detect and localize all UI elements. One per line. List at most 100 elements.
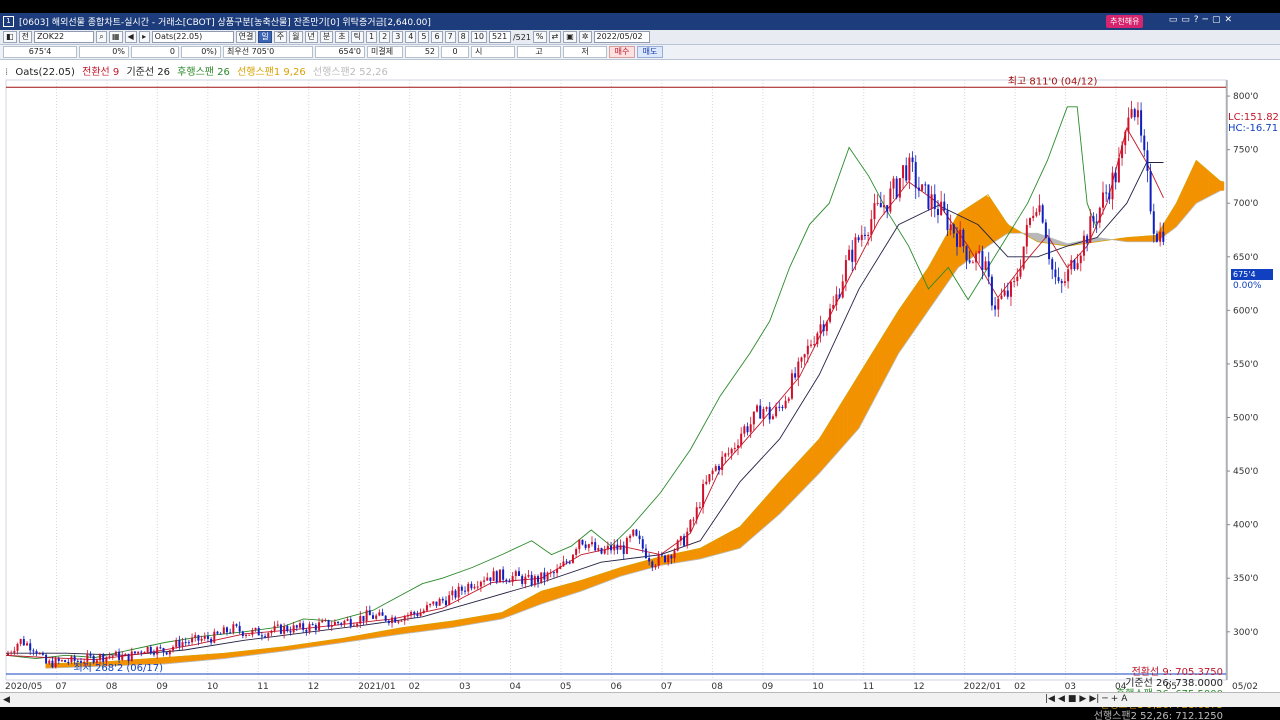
symbol-name-field[interactable]: Oats(22.05) [151, 31, 234, 43]
market-type-button[interactable]: 전 [18, 31, 32, 43]
legend-item-chikou[interactable]: 후행스팬 26 [177, 67, 230, 78]
interval-button[interactable]: 6 [431, 31, 443, 43]
interval-button[interactable]: 4 [405, 31, 417, 43]
code-input[interactable]: ZOK22 [33, 31, 94, 43]
candle-body [16, 643, 19, 651]
interval-button[interactable]: 7 [444, 31, 456, 43]
candle-body [508, 581, 511, 583]
candle-body [137, 651, 140, 654]
chart-area[interactable]: 2020/05 07 08 09 10 11 12 2021/01 02 03 04 05 06 07 08… [0, 60, 1280, 720]
volume: 0 [131, 46, 179, 58]
nav-first-icon[interactable]: |◀ [1045, 694, 1055, 704]
candle-body [1025, 224, 1028, 247]
nav-next-icon[interactable]: ▶ [1079, 694, 1086, 704]
candle-body [863, 234, 866, 236]
ichimoku-cloud-segment [930, 256, 935, 309]
price-chart[interactable]: 2020/05 07 08 09 10 11 12 2021/01 02 03 04 05 06 07 08… [0, 60, 1280, 692]
zoom-out-icon[interactable]: ─ [1102, 694, 1107, 704]
legend-item-kijun[interactable]: 기준선 26 [126, 67, 170, 78]
legend-item-senkou-b[interactable]: 선행스팬2 52,26 [313, 67, 388, 78]
save-icon[interactable]: ▣ [563, 31, 577, 43]
interval-button[interactable]: 3 [392, 31, 404, 43]
candle-body [495, 571, 498, 583]
prev-symbol-icon[interactable]: ◀ [124, 31, 137, 43]
candle-body [1105, 192, 1108, 194]
scroll-icon[interactable]: ⇄ [548, 31, 562, 43]
auto-scale-icon[interactable]: A [1121, 694, 1127, 704]
low-annotation: 최저 268'2 (06/17) [73, 662, 163, 674]
candle-body [629, 535, 632, 539]
candle-body [133, 651, 136, 654]
date-field[interactable]: 2022/05/02 [593, 31, 650, 43]
interval-button[interactable]: 10 [470, 31, 487, 43]
period-day-tab[interactable]: 일 [258, 31, 272, 43]
period-second-tab[interactable]: 초 [335, 31, 349, 43]
next-symbol-icon[interactable]: ▸ [138, 31, 150, 43]
candle-body [940, 201, 943, 216]
count-field[interactable]: 521 [488, 31, 511, 43]
candle-body [711, 470, 714, 475]
ichimoku-cloud-segment [481, 615, 487, 623]
window-control-icon[interactable]: ▭ [1181, 15, 1190, 25]
ichimoku-cloud-segment [850, 380, 856, 438]
legend-symbol[interactable]: Oats(22.05) [15, 67, 75, 78]
legend-drag-icon[interactable]: ⁞ [5, 67, 8, 78]
candle-body [143, 651, 146, 653]
toolbar-main: ◧ 전 ZOK22 ⌕ ▦ ◀ ▸ Oats(22.05) 연결 일 주 월 년… [0, 30, 1280, 45]
x-tick-label: 03 [1065, 682, 1076, 692]
open-interest-change: 0 [441, 46, 469, 58]
candle-body [616, 544, 619, 550]
zoom-icon[interactable]: % [532, 31, 547, 43]
interval-button[interactable]: 1 [366, 31, 378, 43]
buy-button[interactable]: 매수 [609, 46, 635, 58]
candle-body [1013, 281, 1016, 283]
minimize-icon[interactable]: ─ [1203, 15, 1208, 25]
candle-body [1098, 207, 1101, 223]
candle-body [1086, 235, 1089, 243]
gear-icon[interactable]: ✲ [578, 31, 592, 43]
recommend-button[interactable]: 추천해유 [1106, 15, 1144, 28]
period-tick-tab[interactable]: 틱 [350, 31, 365, 43]
legend-item-senkou-a[interactable]: 선행스팬1 9,26 [237, 67, 306, 78]
close-icon[interactable]: ✕ [1224, 15, 1232, 25]
period-minute-tab[interactable]: 분 [319, 31, 334, 43]
period-week-tab[interactable]: 주 [273, 31, 288, 43]
chart-type-button[interactable]: ◧ [3, 31, 17, 43]
candle-body [152, 652, 155, 655]
nav-last-icon[interactable]: ▶| [1089, 694, 1099, 704]
candle-body [1127, 117, 1130, 132]
candle-body [67, 662, 70, 664]
link-button[interactable]: 연결 [235, 31, 257, 43]
nav-prev-icon[interactable]: ◀ [1058, 694, 1065, 704]
candle-body [838, 294, 841, 298]
ichimoku-cloud-segment [692, 548, 697, 561]
period-month-tab[interactable]: 월 [289, 31, 303, 43]
legend-item-tenkan[interactable]: 전환선 9 [82, 67, 119, 78]
window-control-icon[interactable]: ▭ [1169, 15, 1178, 25]
scroll-bar[interactable]: ◀ |◀ ◀ ■ ▶ ▶| ─ + A [0, 692, 1280, 707]
zoom-in-icon[interactable]: + [1111, 694, 1119, 704]
ichimoku-cloud-segment [592, 574, 598, 587]
interval-button[interactable]: 8 [457, 31, 469, 43]
search-icon[interactable]: ⌕ [95, 31, 107, 43]
maximize-icon[interactable]: ▢ [1212, 15, 1221, 25]
ichimoku-cloud-segment [61, 663, 66, 668]
scroll-left-icon[interactable]: ◀ [3, 695, 10, 705]
ichimoku-cloud-segment [858, 367, 864, 429]
candle-body [403, 616, 406, 621]
candle-body [432, 601, 435, 604]
grid-icon[interactable]: ▦ [108, 31, 123, 43]
sell-button[interactable]: 매도 [637, 46, 663, 58]
candle-body [683, 536, 686, 546]
y-tick-label: 550'0 [1233, 360, 1259, 370]
nav-stop-icon[interactable]: ■ [1068, 694, 1077, 704]
candle-body [1082, 235, 1085, 256]
candle-body [162, 648, 165, 653]
interval-button[interactable]: 2 [379, 31, 391, 43]
help-icon[interactable]: ? [1194, 15, 1199, 25]
interval-button[interactable]: 5 [418, 31, 430, 43]
ichimoku-cloud-segment [811, 442, 816, 482]
candle-body [178, 640, 181, 647]
candle-body [524, 576, 527, 584]
period-year-tab[interactable]: 년 [304, 31, 318, 43]
